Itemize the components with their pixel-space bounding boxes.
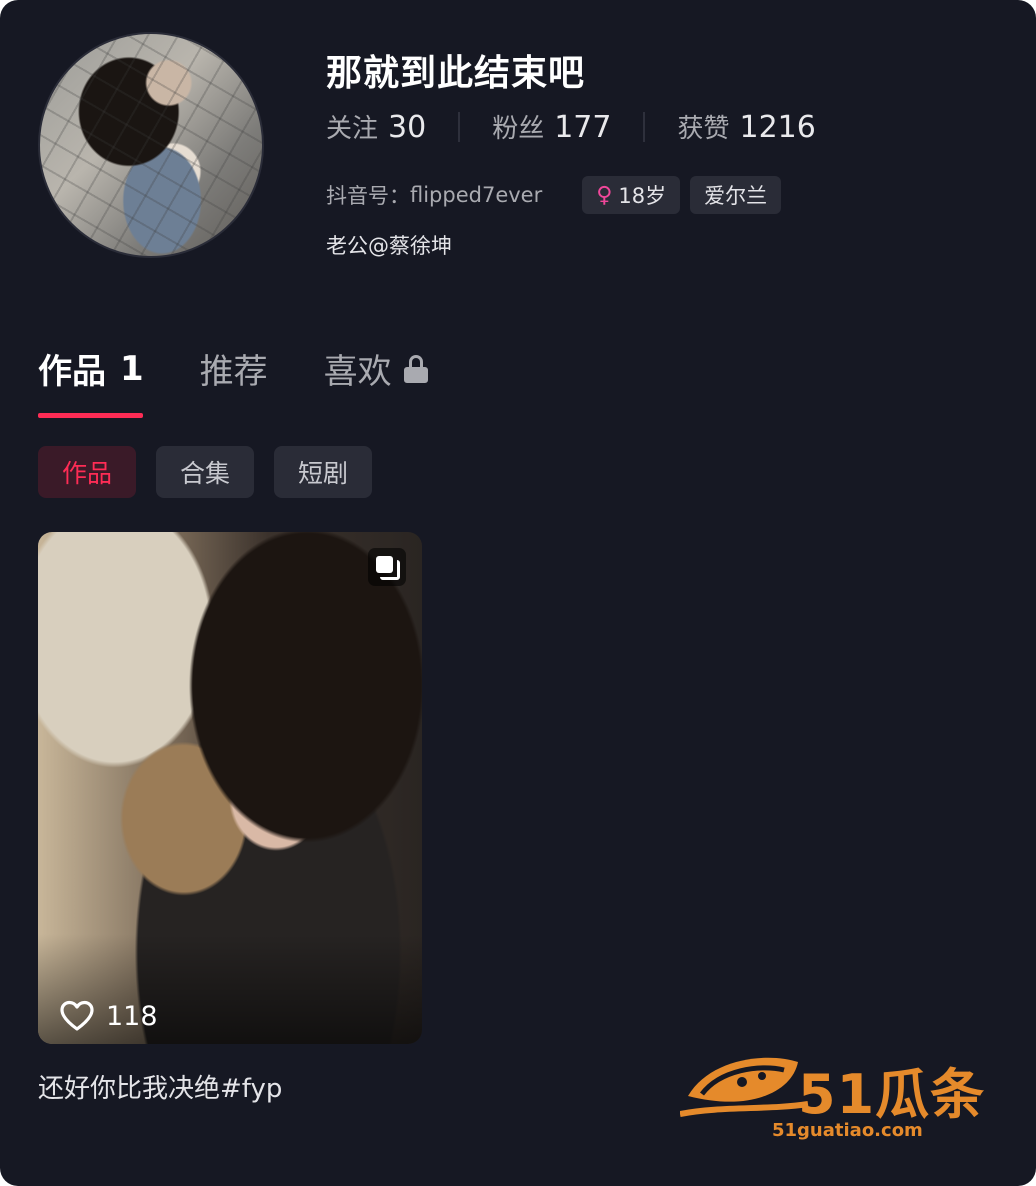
- stat-label: 获赞: [677, 114, 730, 144]
- location-tag: 爱尔兰: [690, 176, 782, 214]
- profile-tabs: 作品 1 推荐 喜欢: [38, 344, 484, 393]
- stat-following[interactable]: 关注 30: [326, 108, 426, 145]
- lock-icon: [403, 354, 428, 383]
- location-tag-label: 爱尔兰: [704, 184, 768, 208]
- tab-recommended[interactable]: 推荐: [200, 344, 268, 393]
- watermark-title: 51瓜条: [798, 1063, 986, 1126]
- subtab-works[interactable]: 作品: [38, 446, 137, 498]
- profile-bio: 老公@蔡徐坤: [326, 234, 452, 258]
- age-tag-label: 18岁: [618, 184, 667, 208]
- stat-likes[interactable]: 获赞 1216: [677, 108, 815, 145]
- like-count: 118: [106, 1000, 158, 1032]
- tab-label: 推荐: [199, 352, 268, 392]
- watermark-logo: 51瓜条 51guatiao.com: [680, 1050, 1002, 1146]
- multi-image-icon: [368, 548, 406, 586]
- stat-label: 粉丝: [492, 114, 545, 144]
- tab-label: 作品: [38, 352, 106, 392]
- profile-stats: 关注 30 粉丝 177 获赞 1216: [326, 108, 816, 145]
- video-likes: 118: [60, 1000, 158, 1032]
- heart-icon: [60, 1000, 94, 1031]
- subtab-collections[interactable]: 合集: [156, 446, 255, 498]
- avatar-texture: [40, 34, 262, 256]
- account-id-label: 抖音号：: [326, 184, 410, 208]
- tab-liked[interactable]: 喜欢: [324, 344, 428, 393]
- tab-count: 1: [120, 348, 144, 389]
- active-tab-indicator: [38, 413, 143, 418]
- subtab-short-dramas[interactable]: 短剧: [274, 446, 373, 498]
- watermark-url: 51guatiao.com: [772, 1120, 923, 1141]
- account-id: flipped7ever: [410, 183, 543, 207]
- stat-value: 30: [388, 110, 427, 145]
- female-gender-icon: ♀: [596, 182, 613, 208]
- stat-divider: [643, 111, 646, 142]
- stat-divider: [458, 111, 461, 142]
- stat-value: 177: [554, 110, 612, 145]
- stat-value: 1216: [739, 110, 816, 145]
- profile-meta: 抖音号： flipped7ever ♀ 18岁 爱尔兰: [326, 176, 782, 214]
- stat-followers[interactable]: 粉丝 177: [492, 108, 611, 145]
- age-tag: ♀ 18岁: [582, 176, 681, 214]
- avatar[interactable]: [38, 32, 264, 258]
- tab-works[interactable]: 作品 1: [38, 344, 144, 393]
- profile-page: 那就到此结束吧 关注 30 粉丝 177 获赞 1216 抖音号： flippe…: [0, 0, 1036, 1186]
- video-card[interactable]: 118: [38, 532, 422, 1044]
- video-caption[interactable]: 还好你比我决绝#fyp: [38, 1068, 282, 1105]
- stat-label: 关注: [326, 114, 379, 144]
- profile-name: 那就到此结束吧: [326, 53, 586, 94]
- tab-label: 喜欢: [323, 352, 392, 392]
- subtab-bar: 作品 合集 短剧: [38, 446, 392, 498]
